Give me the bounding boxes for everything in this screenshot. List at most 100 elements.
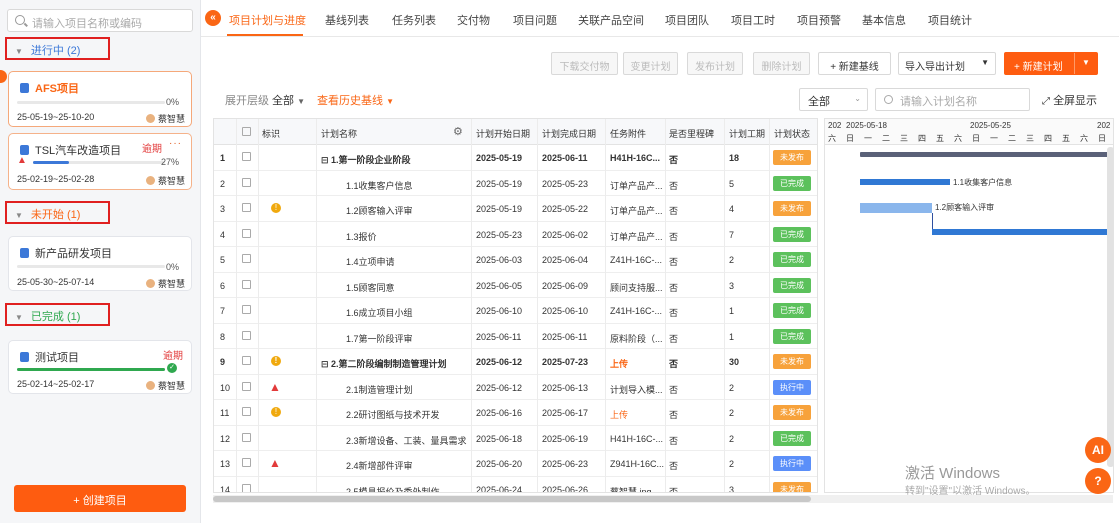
tab-deliverables[interactable]: 交付物 [457, 12, 490, 28]
sidebar-tab-handle[interactable] [0, 70, 7, 83]
row-checkbox[interactable] [242, 330, 251, 340]
cell-name[interactable]: 1.6成立项目小组 [346, 306, 413, 319]
row-checkbox[interactable] [242, 177, 251, 187]
settings-gear-icon[interactable]: ⚙ [453, 125, 463, 138]
tab-basic-info[interactable]: 基本信息 [862, 12, 906, 28]
plan-search-input[interactable]: 请输入计划名称 [875, 88, 1030, 111]
project-search-input[interactable]: 请输入项目名称或编码 [7, 9, 193, 32]
project-card-new-product[interactable]: 新产品研发项目 0% 25-05-30~25-07-14 蔡智慧 [8, 236, 192, 291]
cell-name[interactable]: 1.4立项申请 [346, 255, 395, 268]
gantt-bar-task-1-1[interactable] [860, 179, 950, 185]
table-row[interactable]: 8 1.7第一阶段评审 2025-06-11 2025-06-11 原料阶段（... 否 1… [214, 324, 817, 349]
cell-attach[interactable]: H41H-16C... [610, 153, 660, 163]
cell-name[interactable]: 2.2研讨图纸与技术开发 [346, 408, 440, 421]
row-checkbox[interactable] [242, 381, 251, 391]
project-card-afs[interactable]: AFS项目 0% 25-05-19~25-10-20 蔡智慧 [8, 71, 192, 127]
row-checkbox[interactable] [242, 203, 251, 212]
table-row[interactable]: 14 2.5模具报价及委外制作 2025-06-24 2025-06-26 蔡智慧.jp… [214, 477, 817, 493]
cell-attach[interactable]: H41H-16C-... [610, 434, 663, 444]
status-filter-select[interactable]: 全部 ⌄ [799, 88, 868, 111]
gantt-scrollbar[interactable] [1107, 147, 1113, 467]
expand-level-select[interactable]: 全部 ▼ [272, 92, 305, 108]
publish-plan-button[interactable]: 发布计划 [687, 52, 743, 75]
cell-name[interactable]: 1.7第一阶段评审 [346, 332, 413, 345]
tab-task-list[interactable]: 任务列表 [392, 12, 436, 28]
delete-plan-button[interactable]: 删除计划 [753, 52, 810, 75]
cell-attach[interactable]: 订单产品产... [610, 204, 663, 217]
cell-attach[interactable]: 订单产品产... [610, 230, 663, 243]
cell-attach[interactable]: 订单产品产... [610, 179, 663, 192]
row-checkbox[interactable] [242, 305, 251, 314]
more-icon[interactable]: ··· [169, 138, 182, 149]
cell-attach[interactable]: 蔡智慧.jpg [610, 485, 652, 493]
cell-attach[interactable]: 上传 [610, 408, 628, 421]
table-row[interactable]: 3 1.2顾客输入评审 2025-05-19 2025-05-22 订单产品产... 否 4… [214, 196, 817, 222]
help-button[interactable]: ? [1085, 468, 1111, 494]
cell-name[interactable]: ⊟ 1.第一阶段企业阶段 [321, 153, 411, 166]
history-baseline-link[interactable]: 查看历史基线 ▼ [317, 92, 394, 108]
row-checkbox[interactable] [242, 483, 251, 492]
tab-statistics[interactable]: 项目统计 [928, 12, 972, 28]
table-row[interactable]: 7 1.6成立项目小组 2025-06-10 2025-06-10 Z41H-16C-.… [214, 298, 817, 324]
table-row[interactable]: 9 ⊟ 2.第二阶段编制制造管理计划 2025-06-12 2025-07-23 上传 否… [214, 349, 817, 375]
new-baseline-button[interactable]: + 新建基线 [818, 52, 891, 75]
table-row[interactable]: 6 1.5顾客同意 2025-06-05 2025-06-09 顾问支持服... 否 3 已完… [214, 273, 817, 298]
gantt-bar-phase1[interactable] [860, 152, 1113, 157]
cell-name[interactable]: 2.1制造管理计划 [346, 383, 413, 396]
project-card-test[interactable]: 测试项目 逾期 ✓ 25-02-14~25-02-17 蔡智慧 [8, 340, 192, 394]
table-row[interactable]: 13 2.4新增部件评审 2025-06-20 2025-06-23 Z941H-16C… [214, 451, 817, 477]
cell-name[interactable]: ⊟ 2.第二阶段编制制造管理计划 [321, 357, 447, 370]
gantt-bar-task-1-2[interactable] [860, 203, 932, 213]
create-project-button[interactable]: + 创建项目 [14, 485, 186, 512]
cell-name[interactable]: 1.3报价 [346, 230, 377, 243]
download-deliverables-button[interactable]: 下载交付物 [551, 52, 618, 75]
tab-product-space[interactable]: 关联产品空间 [578, 12, 644, 28]
cell-attach[interactable]: 顾问支持服... [610, 281, 663, 294]
import-export-dropdown[interactable]: 导入导出计划 ▼ [898, 52, 996, 75]
cell-name[interactable]: 1.1收集客户信息 [346, 179, 413, 192]
tab-issues[interactable]: 项目问题 [513, 12, 557, 28]
tab-team[interactable]: 项目团队 [665, 12, 709, 28]
cell-attach[interactable]: 上传 [610, 357, 628, 370]
table-row[interactable]: 11 2.2研讨图纸与技术开发 2025-06-16 2025-06-17 上传 否 2! 未… [214, 400, 817, 426]
table-row[interactable]: 4 1.3报价 2025-05-23 2025-06-02 订单产品产... 否 7 已完成 [214, 222, 817, 247]
collapse-sidebar-icon[interactable]: « [205, 10, 221, 26]
change-plan-button[interactable]: 变更计划 [623, 52, 678, 75]
row-checkbox[interactable] [242, 279, 251, 289]
cell-attach[interactable]: 计划导入模... [610, 383, 663, 396]
group-in-progress[interactable]: ▼ 进行中 (2) [5, 37, 110, 60]
row-checkbox[interactable] [242, 356, 251, 365]
new-plan-button[interactable]: + 新建计划 ▼ [1004, 52, 1098, 75]
cell-name[interactable]: 1.2顾客输入评审 [346, 204, 413, 217]
cell-name[interactable]: 1.5顾客同意 [346, 281, 395, 294]
row-checkbox[interactable] [242, 228, 251, 238]
table-row[interactable]: 1 ⊟ 1.第一阶段企业阶段 2025-05-19 2025-06-11 H41H-16… [214, 145, 817, 171]
cell-attach[interactable]: 原料阶段（... [610, 332, 663, 345]
tab-hours[interactable]: 项目工时 [731, 12, 775, 28]
project-card-tsl[interactable]: TSL汽车改造项目 逾期 ··· ▲ 27% 25-02-19~25-02-28… [8, 133, 192, 190]
cell-name[interactable]: 2.5模具报价及委外制作 [346, 485, 440, 493]
table-row[interactable]: 2 1.1收集客户信息 2025-05-19 2025-05-23 订单产品产... 否 5… [214, 171, 817, 196]
tab-alerts[interactable]: 项目预警 [797, 12, 841, 28]
row-checkbox[interactable] [242, 152, 251, 161]
row-checkbox[interactable] [242, 432, 251, 442]
cell-attach[interactable]: Z41H-16C-... [610, 306, 662, 316]
table-row[interactable]: 10 2.1制造管理计划 2025-06-12 2025-06-13 计划导入模... 否… [214, 375, 817, 400]
cell-name[interactable]: 2.4新增部件评审 [346, 459, 413, 472]
tab-plan-progress[interactable]: 项目计划与进度 [229, 12, 306, 28]
group-not-started[interactable]: ▼ 未开始 (1) [5, 201, 110, 224]
group-completed[interactable]: ▼ 已完成 (1) [5, 303, 110, 326]
fullscreen-button[interactable]: ⤢ 全屏显示 [1042, 92, 1097, 108]
tab-baseline-list[interactable]: 基线列表 [325, 12, 369, 28]
table-row[interactable]: 12 2.3新增设备、工装、量具需求 2025-06-18 2025-06-19 H41… [214, 426, 817, 451]
row-checkbox[interactable] [242, 407, 251, 416]
table-row[interactable]: 5 1.4立项申请 2025-06-03 2025-06-04 Z41H-16C-...… [214, 247, 817, 273]
row-checkbox[interactable] [242, 254, 251, 263]
cell-attach[interactable]: Z941H-16C... [610, 459, 664, 469]
cell-attach[interactable]: Z41H-16C-... [610, 255, 662, 265]
gantt-bar-task-1-3[interactable] [932, 229, 1113, 235]
cell-name[interactable]: 2.3新增设备、工装、量具需求 [346, 434, 467, 447]
select-all-checkbox[interactable] [242, 127, 251, 136]
row-checkbox[interactable] [242, 458, 251, 467]
ai-assistant-button[interactable]: AI [1085, 437, 1111, 463]
